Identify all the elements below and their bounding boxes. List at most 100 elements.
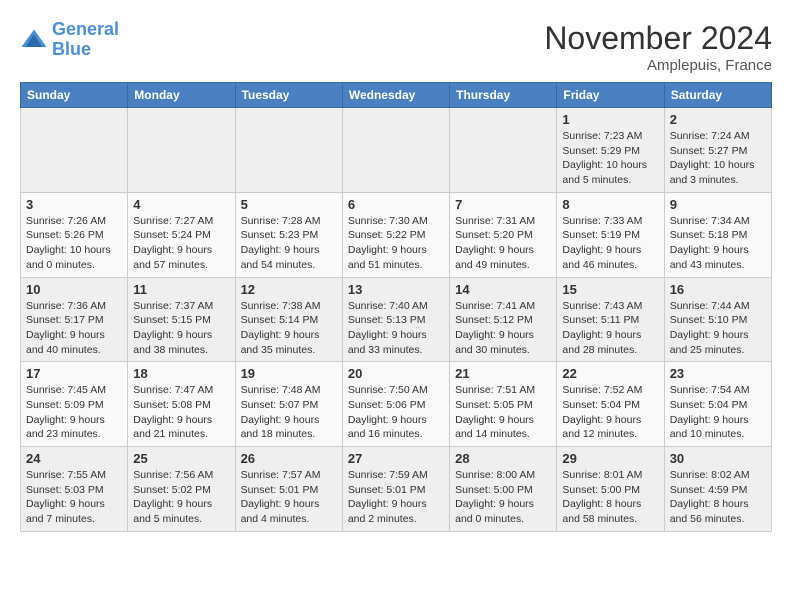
calendar-cell <box>128 108 235 193</box>
day-number: 19 <box>241 366 337 381</box>
calendar-cell: 26 Sunrise: 7:57 AMSunset: 5:01 PMDayligh… <box>235 447 342 532</box>
calendar-cell: 24 Sunrise: 7:55 AMSunset: 5:03 PMDayligh… <box>21 447 128 532</box>
calendar-week-row: 3 Sunrise: 7:26 AMSunset: 5:26 PMDaylight… <box>21 192 772 277</box>
calendar-cell: 5 Sunrise: 7:28 AMSunset: 5:23 PMDaylight… <box>235 192 342 277</box>
calendar-cell: 3 Sunrise: 7:26 AMSunset: 5:26 PMDaylight… <box>21 192 128 277</box>
day-info: Sunrise: 7:28 AMSunset: 5:23 PMDaylight:… <box>241 214 337 273</box>
day-number: 29 <box>562 451 658 466</box>
calendar-cell: 1 Sunrise: 7:23 AMSunset: 5:29 PMDaylight… <box>557 108 664 193</box>
day-info: Sunrise: 7:38 AMSunset: 5:14 PMDaylight:… <box>241 299 337 358</box>
calendar-table: SundayMondayTuesdayWednesdayThursdayFrid… <box>20 82 772 532</box>
day-number: 2 <box>670 112 766 127</box>
day-number: 14 <box>455 282 551 297</box>
day-number: 4 <box>133 197 229 212</box>
day-number: 10 <box>26 282 122 297</box>
day-number: 9 <box>670 197 766 212</box>
calendar-cell: 8 Sunrise: 7:33 AMSunset: 5:19 PMDaylight… <box>557 192 664 277</box>
day-info: Sunrise: 7:36 AMSunset: 5:17 PMDaylight:… <box>26 299 122 358</box>
calendar-week-row: 24 Sunrise: 7:55 AMSunset: 5:03 PMDayligh… <box>21 447 772 532</box>
day-number: 11 <box>133 282 229 297</box>
weekday-header: Monday <box>128 83 235 108</box>
day-info: Sunrise: 7:44 AMSunset: 5:10 PMDaylight:… <box>670 299 766 358</box>
day-info: Sunrise: 7:45 AMSunset: 5:09 PMDaylight:… <box>26 383 122 442</box>
calendar-cell: 4 Sunrise: 7:27 AMSunset: 5:24 PMDaylight… <box>128 192 235 277</box>
logo-text: General Blue <box>52 20 119 60</box>
day-info: Sunrise: 7:59 AMSunset: 5:01 PMDaylight:… <box>348 468 444 527</box>
day-number: 26 <box>241 451 337 466</box>
calendar-cell: 29 Sunrise: 8:01 AMSunset: 5:00 PMDayligh… <box>557 447 664 532</box>
weekday-header: Thursday <box>450 83 557 108</box>
calendar-cell: 9Sunrise: 7:34 AMSunset: 5:18 PMDaylight… <box>664 192 771 277</box>
day-number: 13 <box>348 282 444 297</box>
day-number: 8 <box>562 197 658 212</box>
day-info: Sunrise: 7:57 AMSunset: 5:01 PMDaylight:… <box>241 468 337 527</box>
day-info: Sunrise: 7:31 AMSunset: 5:20 PMDaylight:… <box>455 214 551 273</box>
day-number: 21 <box>455 366 551 381</box>
day-number: 30 <box>670 451 766 466</box>
calendar-week-row: 1 Sunrise: 7:23 AMSunset: 5:29 PMDaylight… <box>21 108 772 193</box>
calendar-cell <box>235 108 342 193</box>
weekday-header: Friday <box>557 83 664 108</box>
calendar-cell: 14 Sunrise: 7:41 AMSunset: 5:12 PMDayligh… <box>450 277 557 362</box>
weekday-header: Wednesday <box>342 83 449 108</box>
day-number: 17 <box>26 366 122 381</box>
calendar-cell: 11 Sunrise: 7:37 AMSunset: 5:15 PMDayligh… <box>128 277 235 362</box>
day-number: 12 <box>241 282 337 297</box>
day-info: Sunrise: 7:41 AMSunset: 5:12 PMDaylight:… <box>455 299 551 358</box>
day-info: Sunrise: 7:33 AMSunset: 5:19 PMDaylight:… <box>562 214 658 273</box>
day-info: Sunrise: 8:01 AMSunset: 5:00 PMDaylight:… <box>562 468 658 527</box>
calendar-cell <box>450 108 557 193</box>
day-info: Sunrise: 7:37 AMSunset: 5:15 PMDaylight:… <box>133 299 229 358</box>
calendar-cell: 12 Sunrise: 7:38 AMSunset: 5:14 PMDayligh… <box>235 277 342 362</box>
day-info: Sunrise: 7:43 AMSunset: 5:11 PMDaylight:… <box>562 299 658 358</box>
day-info: Sunrise: 7:55 AMSunset: 5:03 PMDaylight:… <box>26 468 122 527</box>
day-number: 24 <box>26 451 122 466</box>
day-info: Sunrise: 7:26 AMSunset: 5:26 PMDaylight:… <box>26 214 122 273</box>
calendar-cell: 15Sunrise: 7:43 AMSunset: 5:11 PMDayligh… <box>557 277 664 362</box>
day-info: Sunrise: 7:23 AMSunset: 5:29 PMDaylight:… <box>562 129 658 188</box>
calendar-cell: 17 Sunrise: 7:45 AMSunset: 5:09 PMDayligh… <box>21 362 128 447</box>
calendar-cell: 28 Sunrise: 8:00 AMSunset: 5:00 PMDayligh… <box>450 447 557 532</box>
calendar-cell: 20Sunrise: 7:50 AMSunset: 5:06 PMDayligh… <box>342 362 449 447</box>
day-number: 27 <box>348 451 444 466</box>
calendar-cell: 10 Sunrise: 7:36 AMSunset: 5:17 PMDayligh… <box>21 277 128 362</box>
day-info: Sunrise: 8:00 AMSunset: 5:00 PMDaylight:… <box>455 468 551 527</box>
day-info: Sunrise: 7:51 AMSunset: 5:05 PMDaylight:… <box>455 383 551 442</box>
day-info: Sunrise: 7:47 AMSunset: 5:08 PMDaylight:… <box>133 383 229 442</box>
day-info: Sunrise: 7:56 AMSunset: 5:02 PMDaylight:… <box>133 468 229 527</box>
day-number: 1 <box>562 112 658 127</box>
logo-line2: Blue <box>52 39 91 59</box>
calendar-cell: 7Sunrise: 7:31 AMSunset: 5:20 PMDaylight… <box>450 192 557 277</box>
calendar-cell: 2 Sunrise: 7:24 AMSunset: 5:27 PMDaylight… <box>664 108 771 193</box>
calendar-cell: 23Sunrise: 7:54 AMSunset: 5:04 PMDayligh… <box>664 362 771 447</box>
calendar-cell: 18 Sunrise: 7:47 AMSunset: 5:08 PMDayligh… <box>128 362 235 447</box>
day-info: Sunrise: 7:24 AMSunset: 5:27 PMDaylight:… <box>670 129 766 188</box>
day-number: 6 <box>348 197 444 212</box>
day-info: Sunrise: 7:27 AMSunset: 5:24 PMDaylight:… <box>133 214 229 273</box>
calendar-cell: 13Sunrise: 7:40 AMSunset: 5:13 PMDayligh… <box>342 277 449 362</box>
logo-icon <box>20 26 48 54</box>
month-title: November 2024 <box>544 20 772 57</box>
day-number: 3 <box>26 197 122 212</box>
day-number: 23 <box>670 366 766 381</box>
page-header: General Blue November 2024 Amplepuis, Fr… <box>20 20 772 74</box>
location: Amplepuis, France <box>544 57 772 74</box>
day-number: 28 <box>455 451 551 466</box>
calendar-cell: 30 Sunrise: 8:02 AMSunset: 4:59 PMDayligh… <box>664 447 771 532</box>
day-number: 5 <box>241 197 337 212</box>
day-info: Sunrise: 7:48 AMSunset: 5:07 PMDaylight:… <box>241 383 337 442</box>
calendar-week-row: 17 Sunrise: 7:45 AMSunset: 5:09 PMDayligh… <box>21 362 772 447</box>
day-info: Sunrise: 7:30 AMSunset: 5:22 PMDaylight:… <box>348 214 444 273</box>
day-info: Sunrise: 7:52 AMSunset: 5:04 PMDaylight:… <box>562 383 658 442</box>
day-info: Sunrise: 8:02 AMSunset: 4:59 PMDaylight:… <box>670 468 766 527</box>
weekday-header: Tuesday <box>235 83 342 108</box>
logo: General Blue <box>20 20 119 60</box>
calendar-cell: 16 Sunrise: 7:44 AMSunset: 5:10 PMDayligh… <box>664 277 771 362</box>
day-number: 18 <box>133 366 229 381</box>
day-number: 16 <box>670 282 766 297</box>
day-number: 20 <box>348 366 444 381</box>
calendar-cell: 25Sunrise: 7:56 AMSunset: 5:02 PMDayligh… <box>128 447 235 532</box>
calendar-cell: 6 Sunrise: 7:30 AMSunset: 5:22 PMDaylight… <box>342 192 449 277</box>
calendar-week-row: 10 Sunrise: 7:36 AMSunset: 5:17 PMDayligh… <box>21 277 772 362</box>
calendar-cell <box>21 108 128 193</box>
